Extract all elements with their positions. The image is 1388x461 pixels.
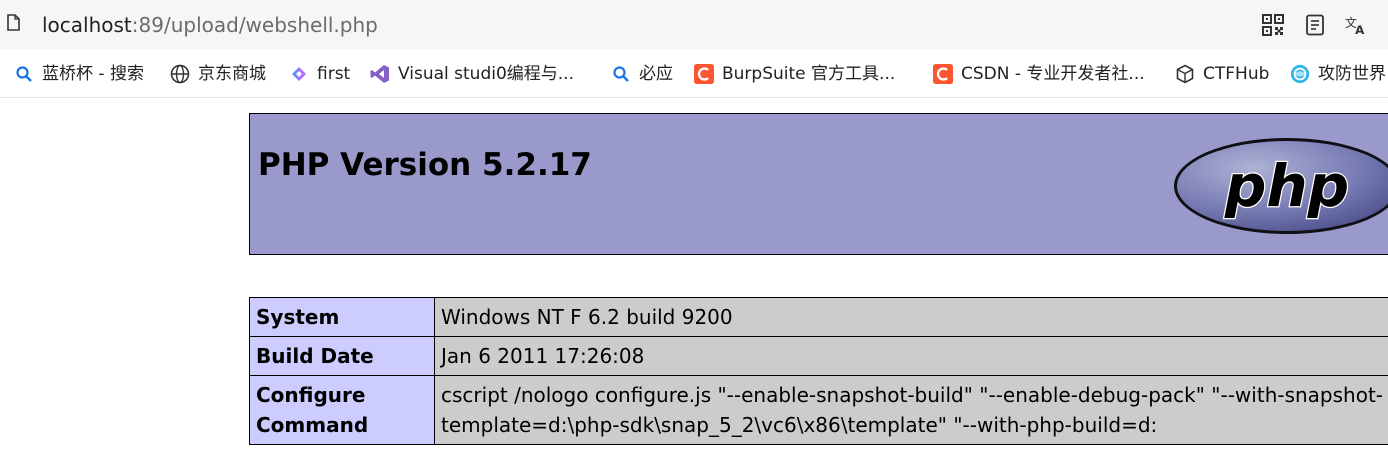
bookmark-label: CSDN - 专业开发者社... — [961, 64, 1145, 84]
bookmark-ctfhub[interactable]: CTFHub — [1175, 63, 1269, 85]
php-logo[interactable]: php — [1172, 136, 1388, 236]
diamond-icon — [289, 64, 309, 84]
bookmarks-bar: 蓝桥杯 - 搜索 京东商城 first Visual studi0编程与... … — [0, 49, 1388, 98]
bookmark-label: 京东商城 — [198, 64, 266, 84]
row-value: Jan 6 2011 17:26:08 — [434, 336, 1388, 376]
table-row: Configure Command cscript /nologo config… — [249, 375, 1388, 445]
search-icon — [14, 64, 34, 84]
translate-icon[interactable]: 文 A — [1345, 14, 1367, 36]
bookmark-label: CTFHub — [1203, 64, 1270, 84]
php-logo-text: php — [1224, 152, 1349, 220]
table-row: System Windows NT F 6.2 build 9200 — [249, 297, 1388, 337]
url-path: :89/upload/webshell.php — [131, 13, 378, 37]
qr-code-icon[interactable] — [1262, 14, 1284, 36]
globe-icon — [170, 64, 190, 84]
bookmark-jd[interactable]: 京东商城 — [170, 63, 266, 85]
info-table: System Windows NT F 6.2 build 9200 Build… — [249, 297, 1388, 445]
bookmark-label: first — [317, 64, 351, 84]
cube-icon — [1175, 64, 1195, 84]
url-text[interactable]: localhost:89/upload/webshell.php — [42, 12, 378, 38]
page-content: PHP Version 5.2.17 php System Windows NT… — [0, 98, 1388, 461]
bookmark-visual-studio[interactable]: Visual studi0编程与... — [370, 63, 574, 85]
bookmark-burpsuite[interactable]: BurpSuite 官方工具... — [694, 63, 895, 85]
bookmark-first[interactable]: first — [289, 63, 350, 85]
page-title: PHP Version 5.2.17 — [258, 147, 592, 183]
bookmark-bing[interactable]: 必应 — [611, 63, 673, 85]
bookmark-label: 蓝桥杯 - 搜索 — [42, 64, 144, 84]
row-label: Build Date — [249, 336, 435, 376]
bookmark-label: 攻防世界 — [1318, 64, 1386, 84]
bookmark-label: 必应 — [639, 64, 673, 84]
csdn-icon — [933, 64, 953, 84]
table-row: Build Date Jan 6 2011 17:26:08 — [249, 336, 1388, 376]
bookmark-label: BurpSuite 官方工具... — [722, 64, 896, 84]
url-host: localhost — [42, 13, 132, 37]
visual-studio-icon — [370, 64, 390, 84]
search-icon — [611, 64, 631, 84]
bookmark-lanqiao-search[interactable]: 蓝桥杯 - 搜索 — [14, 63, 144, 85]
globe-color-icon — [1290, 64, 1310, 84]
csdn-icon — [694, 64, 714, 84]
row-value: Windows NT F 6.2 build 9200 — [434, 297, 1388, 337]
row-value: cscript /nologo configure.js "--enable-s… — [434, 375, 1388, 445]
bookmark-adworld[interactable]: 攻防世界 — [1290, 63, 1386, 85]
bookmark-label: Visual studi0编程与... — [398, 64, 574, 84]
row-label: Configure Command — [249, 375, 435, 445]
bookmark-csdn[interactable]: CSDN - 专业开发者社... — [933, 63, 1145, 85]
address-bar[interactable]: localhost:89/upload/webshell.php 文 A — [0, 0, 1388, 49]
page-icon — [7, 14, 20, 31]
reader-mode-icon[interactable] — [1304, 14, 1326, 36]
svg-text:A: A — [1355, 23, 1365, 36]
php-header: PHP Version 5.2.17 php — [249, 113, 1388, 255]
row-label: System — [249, 297, 435, 337]
